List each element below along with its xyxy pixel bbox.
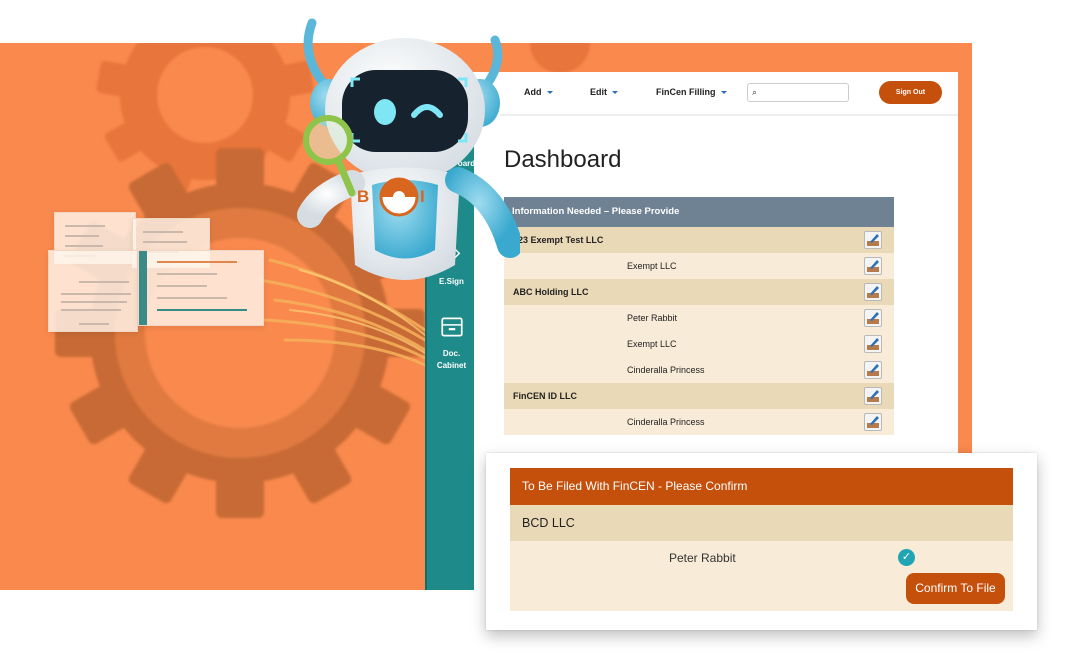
chevron-down-icon [720,91,727,95]
person-name: Cinderalla Princess [627,365,705,375]
search-input[interactable]: ⌕ [747,83,849,102]
company-name: 123 Exempt Test LLC [513,235,604,245]
person-row: Peter Rabbit [504,305,894,331]
edit-pen-icon [867,364,879,376]
edit-record-button[interactable] [864,257,882,275]
confirm-person-row: Peter Rabbit ✓ Confirm To File [510,541,1013,611]
edit-record-button[interactable] [864,361,882,379]
person-name: Peter Rabbit [627,313,678,323]
edit-record-button[interactable] [864,335,882,353]
chevron-down-icon [612,91,618,95]
small-gear [96,43,314,201]
robot-mascot: B I [290,15,523,305]
confirm-person-name: Peter Rabbit [669,551,736,565]
person-row: Exempt LLC [504,253,894,279]
search-icon: ⌕ [752,87,758,97]
top-navbar: Add Edit FinCen Filling ⌕ Sign Out [500,72,958,116]
edit-record-button[interactable] [864,387,882,405]
menu-add-label: Add [524,87,542,97]
confirm-company-row: BCD LLC [510,505,1013,541]
sidebar-item-label: Doc. [442,349,461,358]
page-title: Dashboard [504,146,622,173]
robot-illustration [297,18,523,280]
menu-fincen-filling[interactable]: FinCen Filling [656,87,727,97]
person-name: Exempt LLC [627,339,677,349]
edit-record-button[interactable] [864,413,882,431]
menu-edit-label: Edit [590,87,607,97]
person-row: Cinderalla Princess [504,409,894,435]
confirm-filing-card: To Be Filed With FinCEN - Please Confirm… [486,453,1037,630]
table-header: Information Needed – Please Provide [504,197,894,227]
menu-add[interactable]: Add [524,87,553,97]
edit-record-button[interactable] [864,231,882,249]
chevron-down-icon [546,91,553,95]
thumbnail-card [48,250,138,332]
menu-fincen-label: FinCen Filling [656,87,716,97]
edit-pen-icon [867,286,879,298]
person-name: Exempt LLC [627,261,677,271]
person-row: Cinderalla Princess [504,357,894,383]
sidebar-item-doc-cabinet[interactable]: Doc. Cabinet [427,314,476,372]
thumbnail-card [138,250,264,326]
edit-pen-icon [867,260,879,272]
person-row: Exempt LLC [504,331,894,357]
badge-letter-i: I [420,187,425,206]
company-row: ABC Holding LLC [504,279,894,305]
company-name: FinCEN ID LLC [513,391,577,401]
edit-pen-icon [867,416,879,428]
person-name: Cinderalla Princess [627,417,705,427]
screenshot-thumbnails [48,212,268,337]
edit-record-button[interactable] [864,283,882,301]
edit-pen-icon [867,234,879,246]
cabinet-icon [440,317,463,337]
edit-pen-icon [867,312,879,324]
company-name: ABC Holding LLC [513,287,589,297]
confirm-to-file-button[interactable]: Confirm To File [906,573,1005,604]
edit-record-button[interactable] [864,309,882,327]
menu-edit[interactable]: Edit [590,87,618,97]
sidebar-item-label: Cabinet [436,361,467,370]
confirm-card-header: To Be Filed With FinCEN - Please Confirm [510,468,1013,505]
sign-out-button[interactable]: Sign Out [879,81,942,104]
edit-pen-icon [867,390,879,402]
company-row: 123 Exempt Test LLC [504,227,894,253]
company-row: FinCEN ID LLC [504,383,894,409]
edit-pen-icon [867,338,879,350]
information-needed-table: Information Needed – Please Provide 123 … [504,197,894,435]
check-circle-icon: ✓ [898,549,915,566]
badge-letter-b: B [357,187,370,206]
